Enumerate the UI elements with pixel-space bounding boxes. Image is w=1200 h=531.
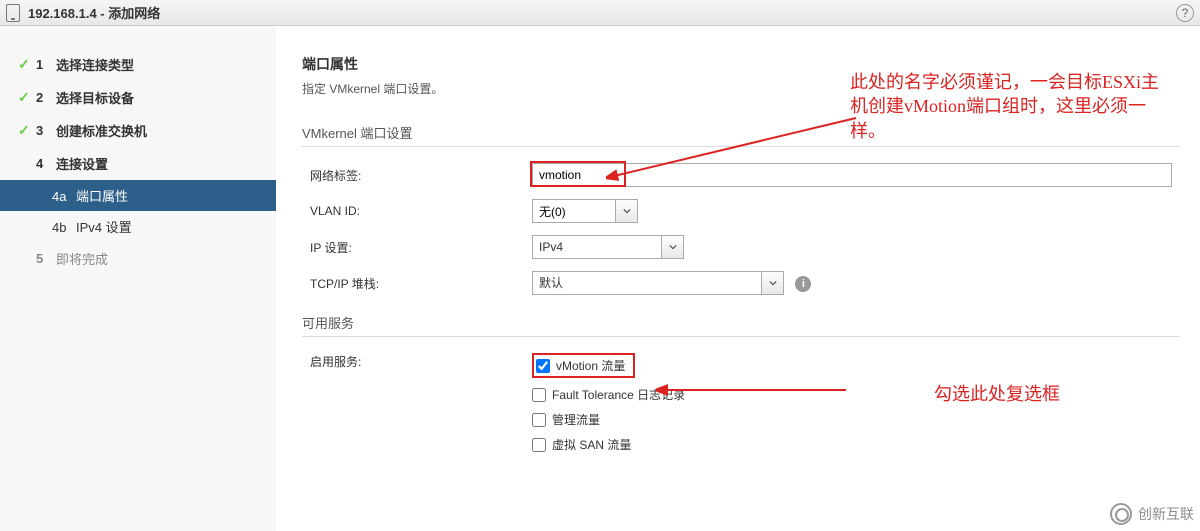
check-icon: ✓ bbox=[18, 122, 36, 139]
content-pane: 端口属性 指定 VMkernel 端口设置。 VMkernel 端口设置 网络标… bbox=[276, 26, 1200, 531]
ft-checkbox[interactable] bbox=[532, 388, 546, 402]
vmotion-checkbox-label: vMotion 流量 bbox=[556, 357, 625, 374]
step-4: 4连接设置 bbox=[0, 147, 276, 180]
mgmt-checkbox-label: 管理流量 bbox=[552, 411, 600, 428]
label-tcpip-stack: TCP/IP 堆栈: bbox=[302, 275, 532, 292]
info-icon[interactable]: i bbox=[795, 276, 811, 292]
step-3[interactable]: ✓3创建标准交换机 bbox=[0, 114, 276, 147]
ip-settings-dropdown[interactable]: IPv4 bbox=[532, 235, 684, 259]
chevron-down-icon[interactable] bbox=[616, 199, 638, 223]
vlan-id-input[interactable] bbox=[532, 199, 616, 223]
label-enable-services: 启用服务: bbox=[302, 353, 532, 370]
vsan-checkbox[interactable] bbox=[532, 438, 546, 452]
help-icon[interactable]: ? bbox=[1176, 4, 1194, 22]
highlight-box: vMotion 流量 bbox=[532, 353, 635, 378]
step-1[interactable]: ✓1选择连接类型 bbox=[0, 48, 276, 81]
tcpip-stack-dropdown[interactable]: 默认 bbox=[532, 271, 784, 295]
row-vlan-id: VLAN ID: bbox=[302, 199, 1180, 223]
watermark-text: 创新互联 bbox=[1138, 504, 1194, 524]
chevron-down-icon[interactable] bbox=[762, 271, 784, 295]
window-title: 192.168.1.4 - 添加网络 bbox=[28, 3, 160, 22]
step-5: 5即将完成 bbox=[0, 242, 276, 275]
group-vmkernel: VMkernel 端口设置 bbox=[302, 123, 1180, 147]
check-icon: ✓ bbox=[18, 56, 36, 73]
row-network-label: 网络标签: bbox=[302, 163, 1180, 187]
row-tcpip-stack: TCP/IP 堆栈: 默认 i bbox=[302, 271, 1180, 295]
ip-settings-value: IPv4 bbox=[532, 235, 662, 259]
row-ip-settings: IP 设置: IPv4 bbox=[302, 235, 1180, 259]
group-services: 可用服务 bbox=[302, 313, 1180, 337]
ft-checkbox-label: Fault Tolerance 日志记录 bbox=[552, 386, 685, 403]
vsan-checkbox-label: 虚拟 SAN 流量 bbox=[552, 436, 631, 453]
wizard-steps-sidebar: ✓1选择连接类型 ✓2选择目标设备 ✓3创建标准交换机 4连接设置 4a端口属性… bbox=[0, 26, 276, 531]
label-network-label: 网络标签: bbox=[302, 167, 532, 184]
title-bar: 192.168.1.4 - 添加网络 ? bbox=[0, 0, 1200, 26]
check-icon: ✓ bbox=[18, 89, 36, 106]
step-4a[interactable]: 4a端口属性 bbox=[0, 180, 276, 211]
services-list: vMotion 流量 Fault Tolerance 日志记录 管理流量 虚拟 … bbox=[532, 353, 1180, 461]
label-vlan-id: VLAN ID: bbox=[302, 204, 532, 218]
page-title: 端口属性 bbox=[302, 54, 1180, 74]
step-4b[interactable]: 4bIPv4 设置 bbox=[0, 211, 276, 242]
mgmt-checkbox[interactable] bbox=[532, 413, 546, 427]
chevron-down-icon[interactable] bbox=[662, 235, 684, 259]
watermark-logo-icon bbox=[1110, 503, 1132, 525]
step-2[interactable]: ✓2选择目标设备 bbox=[0, 81, 276, 114]
label-ip-settings: IP 设置: bbox=[302, 239, 532, 256]
tcpip-stack-value: 默认 bbox=[532, 271, 762, 295]
network-label-input[interactable] bbox=[532, 163, 1172, 187]
vmotion-checkbox[interactable] bbox=[536, 359, 550, 373]
device-icon bbox=[6, 4, 20, 22]
watermark: 创新互联 bbox=[1110, 503, 1194, 525]
page-subtitle: 指定 VMkernel 端口设置。 bbox=[302, 80, 1180, 97]
vlan-id-combo[interactable] bbox=[532, 199, 638, 223]
